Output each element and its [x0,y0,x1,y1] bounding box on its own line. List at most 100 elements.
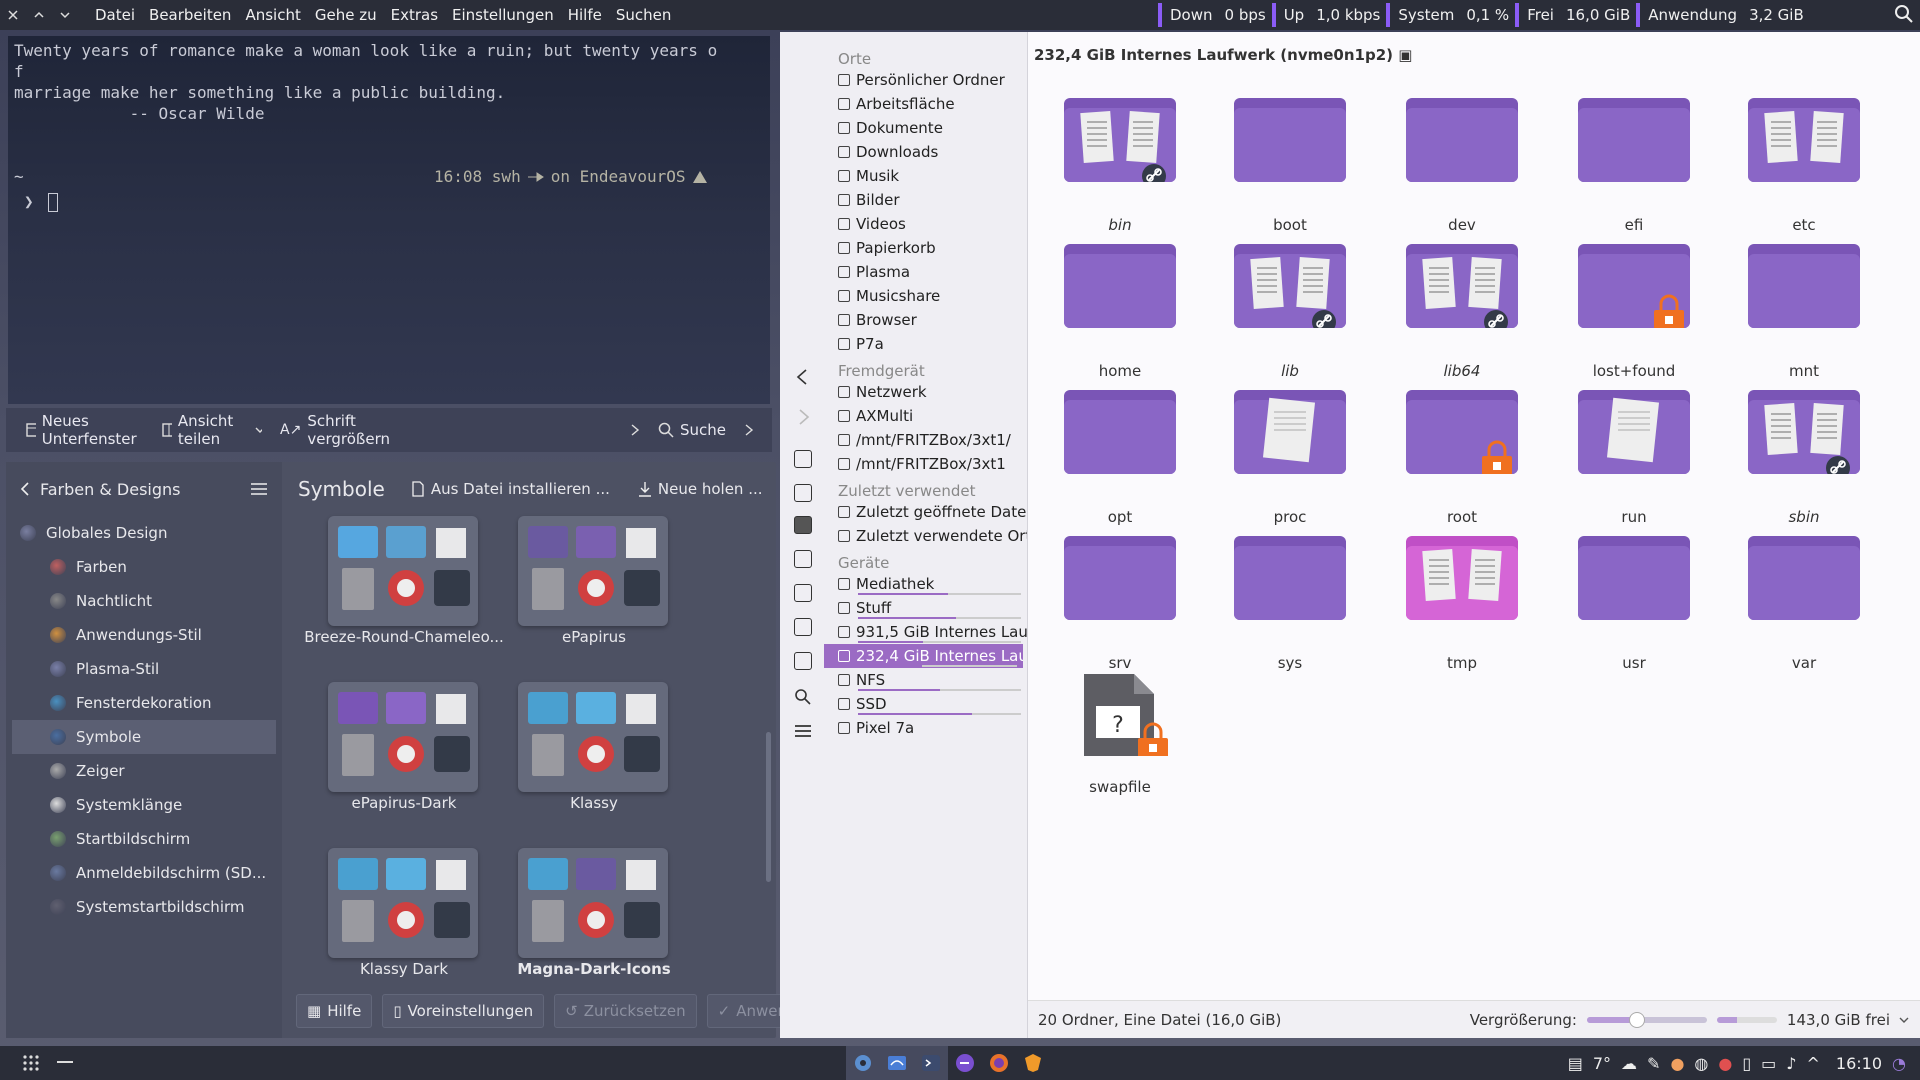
theme-preview[interactable] [518,848,668,958]
forward-icon[interactable] [794,408,812,426]
folder-item[interactable] [1234,98,1346,182]
folder-item[interactable] [1748,390,1860,474]
device-icon[interactable]: ▭ [1761,1054,1776,1073]
folder-item[interactable] [1578,244,1690,328]
folder-item[interactable] [1578,390,1690,474]
sidebar-item-nachtlicht[interactable]: Nachtlicht [6,584,282,618]
place-item[interactable]: AXMulti [824,404,1027,428]
place-item[interactable]: Arbeitsfläche [824,92,1027,116]
details-view-icon[interactable] [794,550,812,568]
folder-item[interactable] [1064,536,1176,620]
dolphin-task-icon[interactable] [880,1046,914,1080]
folder-item[interactable] [1406,244,1518,328]
clock[interactable]: 16:10 [1836,1054,1882,1073]
sidebar-item-farben[interactable]: Farben [6,550,282,584]
folder-item[interactable] [1234,390,1346,474]
place-item[interactable]: /mnt/FRITZBox/3xt1 [824,452,1027,476]
place-item[interactable]: Persönlicher Ordner [824,68,1027,92]
sidebar-item-systemstartbildschirm[interactable]: Systemstartbildschirm [6,890,282,924]
search-icon[interactable] [794,688,812,706]
place-item[interactable]: 931,5 GiB Internes Lauf... [824,620,1027,644]
slider-handle[interactable] [1628,1011,1645,1028]
folder-item[interactable] [1748,98,1860,182]
folder-item[interactable] [1578,98,1690,182]
place-item[interactable]: Bilder [824,188,1027,212]
sidebar-item-systemklänge[interactable]: Systemklänge [6,788,282,822]
monitor-system[interactable]: System 0,1 % [1386,3,1509,27]
folder-item[interactable] [1064,98,1176,182]
folder-item[interactable] [1406,536,1518,620]
chevron-right-icon[interactable] [744,424,754,436]
sidebar-item-symbole[interactable]: Symbole [12,720,276,754]
split-view-button[interactable]: Ansicht teilen [162,412,263,448]
sidebar-item-anmeldebildschirm-sd-[interactable]: Anmeldebildschirm (SD... [6,856,282,890]
volume-icon[interactable]: ♪ [1786,1054,1796,1073]
theme-preview[interactable] [328,516,478,626]
refresh-icon[interactable] [794,484,812,502]
monitor-anwendung[interactable]: Anwendung 3,2 GiB [1636,3,1804,27]
settings-task-icon[interactable] [846,1046,880,1080]
back-icon[interactable] [794,368,812,386]
preview-icon[interactable] [794,618,812,636]
record-icon[interactable]: ● [1670,1054,1684,1073]
sidebar-item-zeiger[interactable]: Zeiger [6,754,282,788]
icons-view-icon[interactable] [794,516,812,534]
folder-item[interactable] [1234,536,1346,620]
theme-preview[interactable] [328,682,478,792]
menu-icon[interactable] [794,722,812,740]
theme-preview[interactable] [328,848,478,958]
sidebar-item-plasma-stil[interactable]: Plasma-Stil [6,652,282,686]
menu-item-extras[interactable]: Extras [384,6,445,24]
app-launcher-icon[interactable] [14,1046,48,1080]
user-icon[interactable]: ◔ [1892,1054,1906,1073]
scrollbar[interactable] [766,732,771,882]
sidebar-item-fensterdekoration[interactable]: Fensterdekoration [6,686,282,720]
defaults-button[interactable]: ▯ Voreinstellungen [382,994,545,1028]
endeavour-task-icon[interactable] [948,1046,982,1080]
menu-item-ansicht[interactable]: Ansicht [238,6,307,24]
close-icon[interactable] [0,9,26,21]
place-item[interactable]: Browser [824,308,1027,332]
panel-icon[interactable] [794,652,812,670]
sidebar-item-globales-design[interactable]: Globales Design [6,516,282,550]
chevron-right-icon[interactable] [630,424,640,436]
theme-preview[interactable] [518,516,668,626]
place-item[interactable]: /mnt/FRITZBox/3xt1/ [824,428,1027,452]
firefox-task-icon[interactable] [982,1046,1016,1080]
chevron-down-icon[interactable] [1898,1015,1910,1025]
chevron-up-icon[interactable] [26,9,52,21]
menu-item-hilfe[interactable]: Hilfe [561,6,609,24]
pen-icon[interactable]: ✎ [1647,1054,1660,1073]
place-item[interactable]: 232,4 GiB Internes Lauf... [824,644,1023,668]
search-icon[interactable] [1894,4,1914,24]
place-item[interactable]: Musik [824,164,1027,188]
folder-item[interactable] [1406,390,1518,474]
place-item[interactable]: SSD [824,692,1027,716]
tray-expand-icon[interactable]: ^ [1807,1054,1820,1073]
place-item[interactable]: Pixel 7a [824,716,1027,740]
menu-item-suchen[interactable]: Suchen [609,6,679,24]
place-item[interactable]: Plasma [824,260,1027,284]
terminal-task-icon[interactable] [914,1046,948,1080]
monitor-up[interactable]: Up 1,0 kbps [1271,3,1380,27]
place-item[interactable]: Videos [824,212,1027,236]
terminal-view[interactable]: Twenty years of romance make a woman loo… [8,36,770,404]
hamburger-icon[interactable] [250,482,268,496]
home-icon[interactable] [794,450,812,468]
vpn-icon[interactable]: ◍ [1694,1054,1708,1073]
chevron-down-icon[interactable] [52,9,78,21]
install-from-file-button[interactable]: Aus Datei installieren ... [411,480,610,498]
place-item[interactable]: Dokumente [824,116,1027,140]
weather-text[interactable]: 7° [1593,1054,1611,1073]
new-tab-button[interactable]: Neues Unterfenster [26,412,144,448]
folder-item[interactable] [1748,536,1860,620]
sidebar-item-anwendungs-stil[interactable]: Anwendungs-Stil [6,618,282,652]
menu-item-gehe-zu[interactable]: Gehe zu [308,6,384,24]
place-item[interactable]: Papierkorb [824,236,1027,260]
folder-item[interactable] [1748,244,1860,328]
sidebar-item-startbildschirm[interactable]: Startbildschirm [6,822,282,856]
folder-item[interactable] [1578,536,1690,620]
location-bar[interactable]: 232,4 GiB Internes Laufwerk (nvme0n1p2) … [1034,46,1412,64]
clipboard-icon[interactable]: ▯ [1742,1054,1751,1073]
red-status-icon[interactable]: ● [1718,1054,1732,1073]
